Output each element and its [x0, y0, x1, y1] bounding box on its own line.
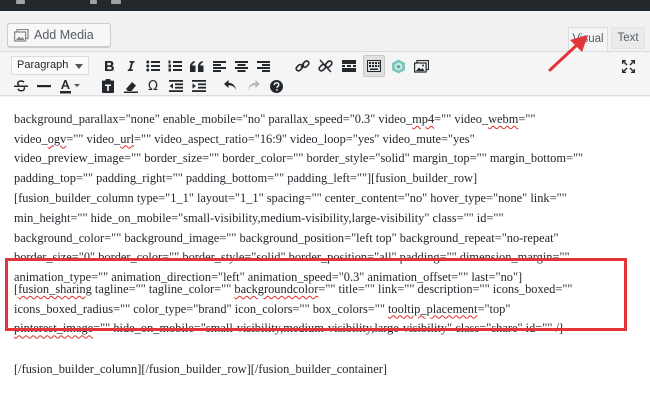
horizontal-line-button[interactable]	[34, 76, 54, 96]
help-button[interactable]	[266, 76, 286, 96]
chevron-down-icon	[75, 64, 83, 69]
strikethrough-icon	[14, 80, 28, 92]
tab-text[interactable]: Text	[611, 27, 645, 49]
increase-indent-button[interactable]	[189, 76, 209, 96]
redo-icon	[247, 80, 260, 92]
add-media-button[interactable]: Add Media	[7, 23, 111, 47]
align-center-icon	[234, 60, 248, 72]
bullet-list-icon	[146, 60, 160, 72]
code-line: padding_top="" padding_right="" padding_…	[14, 171, 478, 186]
code-fragment: ogv	[47, 131, 67, 146]
code-fragment: webm	[488, 111, 519, 126]
blockquote-button[interactable]	[187, 56, 207, 76]
insert-link-button[interactable]	[292, 56, 312, 76]
undo-button[interactable]	[220, 76, 240, 96]
highlight-box	[5, 258, 627, 331]
code-line: video_preview_image="" border_size="" bo…	[14, 151, 584, 166]
text-color-icon	[60, 79, 80, 94]
decrease-indent-icon	[169, 80, 183, 92]
toolbar-toggle-button[interactable]	[363, 55, 385, 77]
bullet-list-button[interactable]	[143, 56, 163, 76]
clear-formatting-icon	[124, 80, 138, 93]
align-right-icon	[256, 60, 270, 72]
bold-button[interactable]	[99, 56, 119, 76]
paste-as-text-button[interactable]	[98, 76, 118, 96]
italic-icon	[126, 60, 136, 72]
remove-link-button[interactable]	[315, 56, 335, 76]
redo-button[interactable]	[243, 76, 263, 96]
annotation-arrow	[542, 30, 598, 79]
paste-as-text-icon	[102, 79, 114, 93]
format-select[interactable]: Paragraph	[11, 56, 89, 75]
align-left-button[interactable]	[209, 56, 229, 76]
text-color-button[interactable]	[59, 76, 81, 96]
format-select-value: Paragraph	[17, 59, 69, 71]
fullscreen-button[interactable]	[618, 56, 638, 76]
add-media-icon	[413, 59, 429, 73]
editor-content[interactable]: background_parallax="none" enable_mobile…	[0, 97, 650, 404]
bold-icon	[104, 60, 115, 72]
align-left-icon	[212, 60, 226, 72]
code-line: background_parallax="none" enable_mobile…	[14, 111, 536, 126]
strikethrough-button[interactable]	[11, 76, 31, 96]
code-fragment: mp4	[412, 111, 435, 126]
undo-icon	[223, 80, 237, 92]
increase-indent-icon	[192, 80, 206, 92]
insert-link-icon	[294, 59, 310, 73]
fusion-builder-button[interactable]	[388, 56, 408, 76]
code-line: video_ogv="" video_url="" video_aspect_r…	[14, 131, 475, 146]
help-icon	[269, 79, 283, 93]
special-character-button[interactable]: Ω	[143, 76, 163, 96]
read-more-icon	[342, 60, 356, 72]
fusion-builder-icon	[391, 59, 406, 74]
blockquote-icon	[190, 60, 204, 72]
media-icon	[14, 28, 29, 45]
shortcode-closing-tags: [/fusion_builder_column][/fusion_builder…	[14, 362, 388, 376]
admin-bar	[0, 0, 650, 11]
code-line: [fusion_builder_column type="1_1" layout…	[14, 190, 567, 205]
remove-link-icon	[317, 59, 333, 73]
numbered-list-button[interactable]	[165, 56, 185, 76]
align-right-button[interactable]	[253, 56, 273, 76]
admin-bar-icon[interactable]	[16, 0, 25, 4]
insert-image-button[interactable]	[411, 56, 431, 76]
special-character-icon: Ω	[148, 78, 158, 94]
read-more-button[interactable]	[339, 56, 359, 76]
decrease-indent-button[interactable]	[166, 76, 186, 96]
code-line: background_color="" background_image="" …	[14, 230, 559, 245]
numbered-list-icon	[168, 60, 182, 72]
code-fragment: url	[120, 131, 135, 146]
toolbar-toggle-icon	[367, 60, 381, 72]
add-media-label: Add Media	[34, 28, 94, 42]
align-center-button[interactable]	[231, 56, 251, 76]
italic-button[interactable]	[121, 56, 141, 76]
horizontal-line-icon	[37, 84, 51, 88]
code-line: min_height="" hide_on_mobile="small-visi…	[14, 210, 504, 225]
admin-bar-icon[interactable]	[111, 0, 121, 4]
clear-formatting-button[interactable]	[121, 76, 141, 96]
admin-bar-icon[interactable]	[90, 0, 97, 4]
fullscreen-icon	[621, 59, 635, 73]
